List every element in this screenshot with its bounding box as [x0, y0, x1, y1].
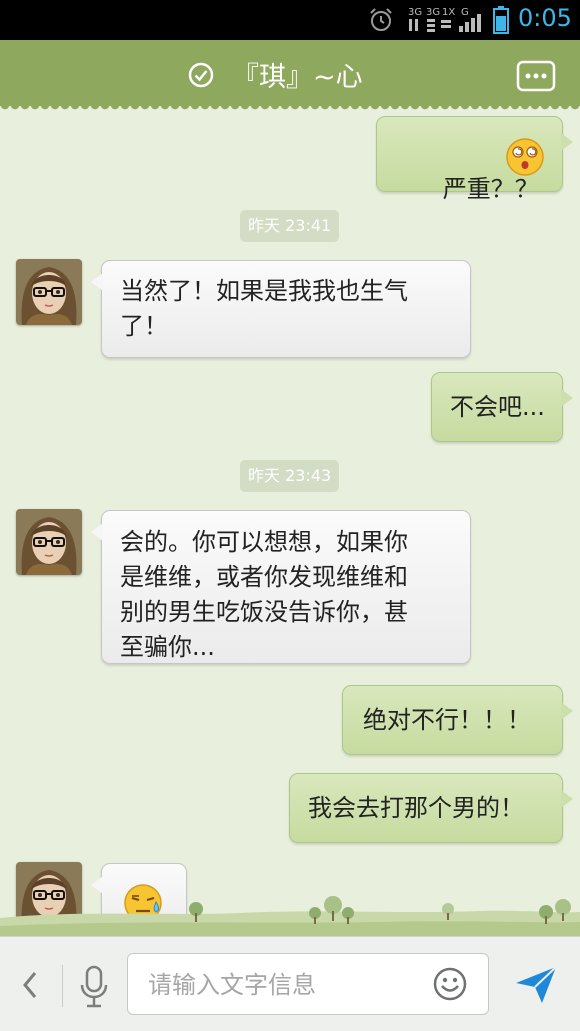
microphone-icon[interactable]: [78, 965, 110, 1009]
message-input-bar: [0, 936, 580, 1031]
alarm-clock-icon: [370, 8, 392, 31]
contact-name: 『琪』~心: [232, 62, 363, 93]
their-message-bubble[interactable]: 会的。你可以想想，如果你 是维维，或者你发现维维和 别的男生吃饭没告诉你，甚 至…: [91, 510, 471, 664]
divider: [62, 965, 63, 1007]
message-text: 严重？？: [442, 175, 539, 203]
message-text-field[interactable]: [127, 953, 489, 1015]
chat-header: 『琪』~心: [0, 40, 580, 111]
network-label: 3G: [426, 7, 440, 18]
landscape-decoration: [0, 896, 580, 936]
battery-icon: [493, 6, 509, 34]
smiley-icon[interactable]: [433, 967, 467, 1001]
message-timestamp: 昨天 23:41: [240, 210, 340, 242]
send-arrow-icon[interactable]: [514, 963, 558, 1007]
my-message-bubble[interactable]: 不会吧...: [431, 372, 573, 442]
network-label: G: [461, 7, 469, 18]
signal-icon: 3G 3G 1X G: [408, 7, 481, 32]
avatar[interactable]: [16, 259, 82, 325]
more-menu-icon[interactable]: [516, 60, 556, 92]
my-message-bubble[interactable]: 严重？？: [376, 116, 573, 203]
my-message-bubble[interactable]: 我会去打那个男的！: [289, 773, 573, 843]
message-list[interactable]: 严重？？ 昨天 23:41 当然了！如果是我我也生气 了！ 不会吧... 昨天 …: [0, 106, 580, 939]
check-circle-icon: [188, 62, 214, 88]
avatar[interactable]: [16, 509, 82, 575]
dizzy-face-emoji-icon: [506, 138, 544, 176]
their-message-bubble[interactable]: 当然了！如果是我我也生气 了！: [91, 260, 471, 358]
network-label: 3G: [408, 7, 422, 18]
chevron-left-icon[interactable]: [20, 969, 40, 1001]
message-timestamp: 昨天 23:43: [240, 460, 340, 492]
network-label: 1X: [442, 7, 455, 18]
status-bar: 3G 3G 1X G 0:05: [0, 0, 580, 40]
clock-time: 0:05: [518, 4, 572, 32]
my-message-bubble[interactable]: 绝对不行！！！: [342, 685, 573, 755]
message-input[interactable]: [146, 966, 420, 1004]
chat-screen: 3G 3G 1X G 0:05 『琪』~心 严重？？ 昨天 23:41 当然了！…: [0, 0, 580, 1031]
